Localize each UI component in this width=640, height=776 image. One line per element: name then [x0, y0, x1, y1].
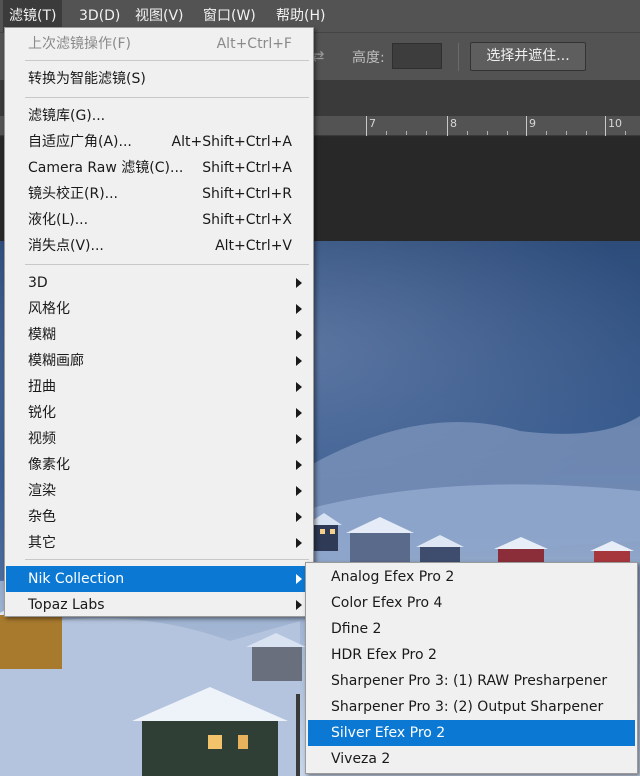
submenu-item-color-efex[interactable]: Color Efex Pro 4: [308, 590, 635, 616]
submenu-arrow-icon: [296, 434, 302, 444]
submenu-item-output-sharpener[interactable]: Sharpener Pro 3: (2) Output Sharpener: [308, 694, 635, 720]
menu-item-convert-smart-filters[interactable]: 转换为智能滤镜(S): [6, 66, 312, 92]
menu-item-adaptive-wide-angle[interactable]: 自适应广角(A)... Alt+Shift+Ctrl+A: [6, 129, 312, 155]
submenu-arrow-icon: [296, 574, 302, 584]
height-input[interactable]: [392, 43, 442, 69]
menu-item-topaz-labs[interactable]: Topaz Labs: [6, 592, 312, 618]
menu-item-blur-gallery[interactable]: 模糊画廊: [6, 348, 312, 374]
menu-separator: [25, 264, 309, 265]
submenu-arrow-icon: [296, 278, 302, 288]
submenu-arrow-icon: [296, 304, 302, 314]
ruler-tick: [366, 116, 367, 136]
menu-item-nik-collection[interactable]: Nik Collection: [6, 566, 312, 592]
menu-item-filter-gallery[interactable]: 滤镜库(G)...: [6, 103, 312, 129]
menu-separator: [25, 97, 309, 98]
menu-item-last-filter: 上次滤镜操作(F) Alt+Ctrl+F: [28, 36, 292, 52]
menu-item-lens-correction[interactable]: 镜头校正(R)... Shift+Ctrl+R: [6, 181, 312, 207]
menu-item-render[interactable]: 渲染: [6, 478, 312, 504]
submenu-item-analog-efex[interactable]: Analog Efex Pro 2: [308, 564, 635, 590]
submenu-arrow-icon: [296, 382, 302, 392]
menu-item-camera-raw[interactable]: Camera Raw 滤镜(C)... Shift+Ctrl+A: [6, 155, 312, 181]
menu-item-video[interactable]: 视频: [6, 426, 312, 452]
submenu-arrow-icon: [296, 460, 302, 470]
menu-item-vanishing-point[interactable]: 消失点(V)... Alt+Ctrl+V: [6, 233, 312, 259]
submenu-item-raw-presharpener[interactable]: Sharpener Pro 3: (1) RAW Presharpener: [308, 668, 635, 694]
menu-separator: [25, 559, 309, 560]
submenu-item-hdr-efex[interactable]: HDR Efex Pro 2: [308, 642, 635, 668]
menu-item-other[interactable]: 其它: [6, 530, 312, 556]
ruler-tick: [605, 116, 606, 136]
menu-item-liquify[interactable]: 液化(L)... Shift+Ctrl+X: [6, 207, 312, 233]
menu-item-noise[interactable]: 杂色: [6, 504, 312, 530]
select-and-mask-button[interactable]: 选择并遮住...: [470, 42, 586, 71]
menu-separator: [25, 60, 309, 61]
ruler-tick: [526, 116, 527, 136]
options-divider: [458, 43, 459, 71]
submenu-arrow-icon: [296, 356, 302, 366]
submenu-item-viveza[interactable]: Viveza 2: [308, 746, 635, 772]
submenu-item-silver-efex[interactable]: Silver Efex Pro 2: [308, 720, 635, 746]
menu-item-blur[interactable]: 模糊: [6, 322, 312, 348]
menu-item-3d[interactable]: 3D: [6, 270, 312, 296]
menu-item-stylize[interactable]: 风格化: [6, 296, 312, 322]
filter-menu: 上次滤镜操作(F) Alt+Ctrl+F 转换为智能滤镜(S) 滤镜库(G)..…: [4, 27, 314, 617]
ruler-tick: [447, 116, 448, 136]
submenu-arrow-icon: [296, 600, 302, 610]
menu-item-distort[interactable]: 扭曲: [6, 374, 312, 400]
ruler-label: 10: [608, 117, 622, 130]
height-label: 高度:: [352, 50, 385, 66]
submenu-arrow-icon: [296, 408, 302, 418]
ruler-label: 7: [369, 117, 376, 130]
menu-item-pixelate[interactable]: 像素化: [6, 452, 312, 478]
submenu-arrow-icon: [296, 486, 302, 496]
submenu-item-dfine[interactable]: Dfine 2: [308, 616, 635, 642]
ruler-label: 8: [450, 117, 457, 130]
menu-item-sharpen[interactable]: 锐化: [6, 400, 312, 426]
ruler-label: 9: [529, 117, 536, 130]
submenu-arrow-icon: [296, 512, 302, 522]
submenu-arrow-icon: [296, 330, 302, 340]
nik-collection-submenu: Analog Efex Pro 2 Color Efex Pro 4 Dfine…: [305, 562, 638, 774]
submenu-arrow-icon: [296, 538, 302, 548]
